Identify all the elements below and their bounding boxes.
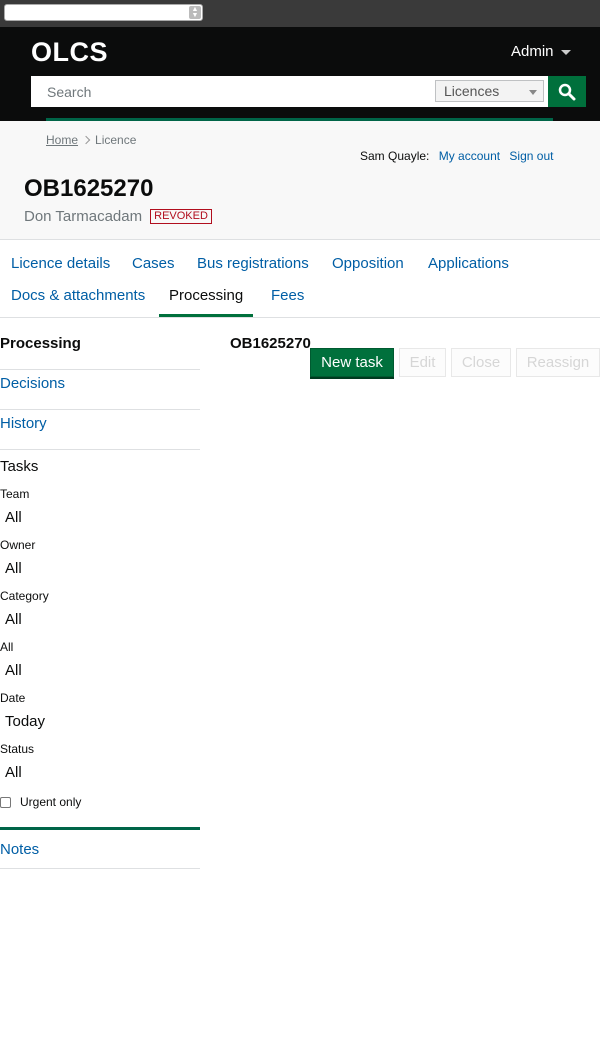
sidebar-item-history[interactable]: History <box>0 410 200 450</box>
tab-fees[interactable]: Fees <box>271 287 304 304</box>
user-name: Sam Quayle: <box>360 149 430 163</box>
chevron-right-icon <box>81 135 91 145</box>
tab-opposition[interactable]: Opposition <box>332 255 404 272</box>
filter-subcategory-select[interactable]: All <box>0 662 200 679</box>
reassign-button[interactable]: Reassign <box>516 348 600 377</box>
site-header: OLCS Admin Licences <box>0 27 600 123</box>
operator-name-line: Don Tarmacadam REVOKED <box>24 208 212 225</box>
page-header: Home Licence Sam Quayle: My account Sign … <box>0 121 600 240</box>
filter-status-select[interactable]: All <box>0 764 200 781</box>
urgent-only-label: Urgent only <box>20 795 82 809</box>
browser-dropdown[interactable]: ▲ ▼ <box>4 4 203 21</box>
close-button[interactable]: Close <box>451 348 511 377</box>
processing-sidebar: Processing Decisions History Tasks Team … <box>0 330 200 869</box>
filter-category-label: Category <box>0 589 49 603</box>
filter-date-select[interactable]: Today <box>0 713 200 730</box>
tab-processing[interactable]: Processing <box>159 287 254 317</box>
operator-name: Don Tarmacadam <box>24 208 143 225</box>
filter-team-label: Team <box>0 487 30 501</box>
search-scope-value: Licences <box>444 83 500 99</box>
tab-docs-attachments[interactable]: Docs & attachments <box>11 287 145 304</box>
search-input[interactable] <box>31 76 431 107</box>
new-task-button[interactable]: New task <box>310 348 394 377</box>
page-title: OB1625270 <box>24 175 154 202</box>
user-links: Sam Quayle: My account Sign out <box>360 149 553 163</box>
admin-menu[interactable]: Admin <box>511 43 571 60</box>
sidebar-item-decisions-link[interactable]: Decisions <box>0 375 65 392</box>
filter-owner-select[interactable]: All <box>0 560 200 577</box>
site-logo[interactable]: OLCS <box>31 37 108 68</box>
section-title: OB1625270 <box>230 335 311 352</box>
filter-date-label: Date <box>0 691 26 705</box>
tab-applications[interactable]: Applications <box>428 255 509 272</box>
urgent-only-option[interactable]: Urgent only <box>0 795 200 809</box>
search-button[interactable] <box>548 76 586 107</box>
search-icon <box>558 83 576 101</box>
sidebar-item-notes[interactable]: Notes <box>0 827 200 869</box>
filter-status-label: Status <box>0 742 35 756</box>
breadcrumb-home-link[interactable]: Home <box>46 133 78 147</box>
breadcrumb: Home Licence <box>46 133 136 147</box>
sign-out-link[interactable]: Sign out <box>509 149 553 163</box>
urgent-only-checkbox[interactable] <box>0 796 11 808</box>
search-scope-select[interactable]: Licences <box>435 80 544 102</box>
status-badge: REVOKED <box>150 209 212 224</box>
updown-arrows-icon: ▲ ▼ <box>189 6 201 19</box>
sidebar-item-history-link[interactable]: History <box>0 415 47 432</box>
caret-down-icon <box>560 49 571 55</box>
filter-team-select[interactable]: All <box>0 509 200 526</box>
filter-category-select[interactable]: All <box>0 611 200 628</box>
tab-cases[interactable]: Cases <box>132 255 175 272</box>
sidebar-item-notes-link[interactable]: Notes <box>0 841 39 858</box>
chevron-down-icon <box>529 90 537 95</box>
my-account-link[interactable]: My account <box>439 149 500 163</box>
tab-bus-registrations[interactable]: Bus registrations <box>197 255 309 272</box>
tab-licence-details[interactable]: Licence details <box>11 255 110 272</box>
search-bar: Licences <box>31 76 548 107</box>
filter-owner-label: Owner <box>0 538 36 552</box>
sidebar-item-processing[interactable]: Processing <box>0 330 200 370</box>
edit-button[interactable]: Edit <box>399 348 446 377</box>
breadcrumb-current: Licence <box>95 133 137 147</box>
admin-menu-label: Admin <box>511 43 554 60</box>
licence-tabs: Licence details Cases Bus registrations … <box>0 241 600 318</box>
tasks-heading: Tasks <box>0 458 39 475</box>
browser-strip: ▲ ▼ <box>0 0 600 27</box>
sidebar-item-decisions[interactable]: Decisions <box>0 370 200 410</box>
filter-subcategory-label: All <box>0 640 14 654</box>
